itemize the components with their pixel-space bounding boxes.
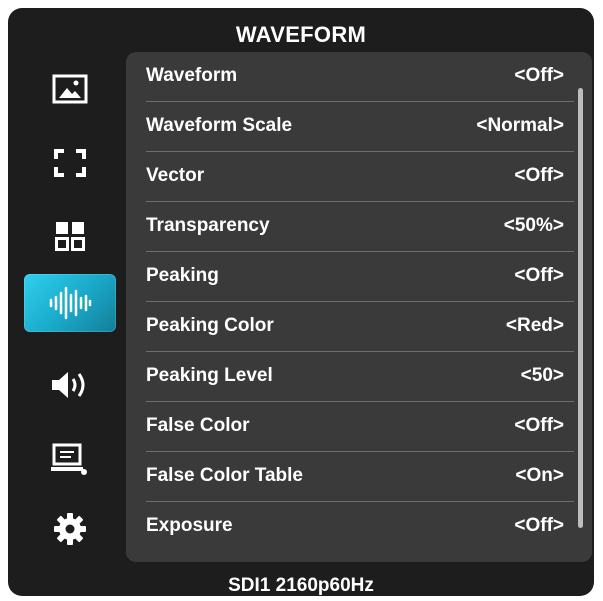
scrollbar[interactable] [578, 88, 583, 528]
sidebar-item-layout[interactable] [24, 211, 116, 261]
sidebar-item-waveform[interactable] [24, 274, 116, 332]
gear-icon [53, 512, 87, 546]
menu-row-value: <Normal> [476, 115, 564, 136]
menu-row-value: <On> [515, 465, 564, 486]
menu-row-value: <Off> [514, 65, 564, 86]
menu-window: WAVEFORM Waveform <Off> Waveform Scale <… [8, 8, 594, 596]
sidebar-item-picture[interactable] [24, 64, 116, 114]
sidebar-item-markers[interactable] [24, 138, 116, 188]
grid-icon [54, 220, 86, 252]
menu-row-peaking-level[interactable]: Peaking Level <50> [126, 352, 592, 402]
menu-row-exposure[interactable]: Exposure <Off> [126, 502, 592, 552]
frame-corners-icon [53, 148, 87, 178]
menu-row-label: Waveform [146, 65, 238, 86]
menu-row-value: <Off> [514, 415, 564, 436]
speaker-icon [50, 370, 90, 400]
monitor-icon [51, 442, 89, 476]
menu-row-value: <Off> [514, 515, 564, 536]
menu-row-label: Peaking [146, 265, 219, 286]
sidebar-item-display[interactable] [24, 434, 116, 484]
menu-row-value: <50> [520, 365, 564, 386]
menu-row-label: Vector [146, 165, 205, 186]
sidebar-item-audio[interactable] [24, 360, 116, 410]
sidebar [24, 54, 116, 564]
image-icon [52, 74, 88, 104]
menu-row-peaking-color[interactable]: Peaking Color <Red> [126, 302, 592, 352]
menu-row-label: False Color Table [146, 465, 303, 486]
menu-row-false-color[interactable]: False Color <Off> [126, 402, 592, 452]
menu-row-peaking[interactable]: Peaking <Off> [126, 252, 592, 302]
menu-row-label: Peaking Color [146, 315, 274, 336]
menu-row-label: Exposure [146, 515, 233, 536]
menu-row-waveform-scale[interactable]: Waveform Scale <Normal> [126, 102, 592, 152]
menu-panel: Waveform <Off> Waveform Scale <Normal> V… [126, 52, 592, 562]
waveform-icon [47, 286, 93, 320]
sidebar-item-settings[interactable] [24, 504, 116, 554]
menu-row-label: Transparency [146, 215, 270, 236]
menu-row-vector[interactable]: Vector <Off> [126, 152, 592, 202]
menu-row-label: False Color [146, 415, 250, 436]
signal-status: SDI1 2160p60Hz [228, 575, 374, 596]
menu-row-value: <Off> [514, 265, 564, 286]
menu-row-value: <Off> [514, 165, 564, 186]
menu-row-false-color-table[interactable]: False Color Table <On> [126, 452, 592, 502]
menu-row-waveform[interactable]: Waveform <Off> [126, 52, 592, 102]
menu-row-label: Waveform Scale [146, 115, 293, 136]
menu-row-value: <Red> [505, 315, 564, 336]
menu-row-value: <50%> [503, 215, 564, 236]
page-title: WAVEFORM [235, 22, 367, 47]
menu-row-transparency[interactable]: Transparency <50%> [126, 202, 592, 252]
menu-row-label: Peaking Level [146, 365, 273, 386]
